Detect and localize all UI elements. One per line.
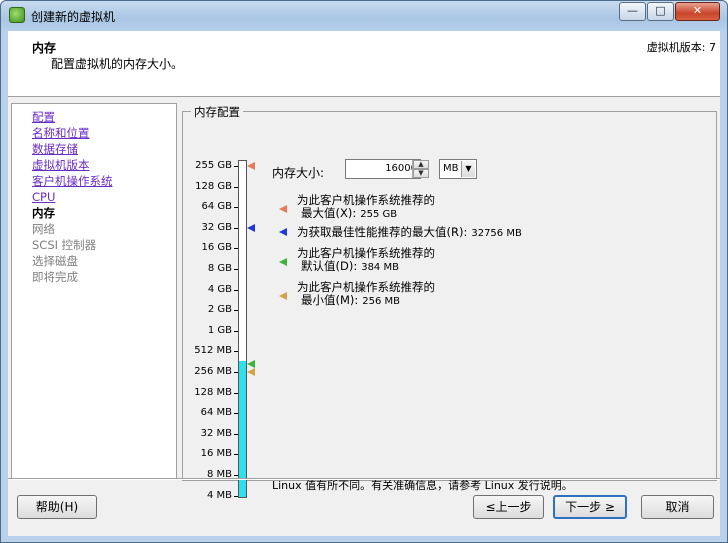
scale-tick-line [234, 330, 238, 332]
vm-version-label: 虚拟机版本: 7 [646, 41, 716, 54]
legend-item-1: 为获取最佳性能推荐的最大值(R): 32756 MB [297, 226, 522, 240]
memory-size-label: 内存大小: [272, 166, 325, 180]
nav-step-2[interactable]: 数据存储 [32, 141, 78, 157]
legend-item-3: 为此客户机操作系统推荐的 最小值(M): 256 MB [297, 281, 435, 308]
nav-step-5[interactable]: CPU [32, 189, 55, 205]
scale-tick-label: 128 MB [194, 386, 232, 398]
scale-tick-label: 32 MB [200, 427, 232, 439]
scale-tick-line [234, 433, 238, 435]
page-subtitle: 配置虚拟机的内存大小。 [51, 57, 184, 71]
scale-tick-line [234, 269, 238, 270]
wizard-client: 内存 配置虚拟机的内存大小。 虚拟机版本: 7 配置 名称和位置 数据存储 虚拟机版本… [8, 31, 720, 536]
scale-tick-label: 256 MB [194, 366, 232, 377]
scale-tick-label: 16 GB [201, 242, 232, 254]
scale-tick-line [234, 475, 238, 476]
window-title: 创建新的虚拟机 [31, 10, 116, 24]
wizard-window: 创建新的虚拟机 — □ ✕ 内存 配置虚拟机的内存大小。 虚拟机版本: 7 配置… [0, 0, 728, 543]
legend-line1: 为此客户机操作系统推荐的 [297, 193, 435, 207]
nav-step-4[interactable]: 客户机操作系统 [32, 173, 113, 189]
legend-marker-0 [279, 205, 287, 213]
scale-tick-label: 16 MB [200, 448, 232, 460]
page-title: 内存 [32, 41, 57, 55]
legend-item-2: 为此客户机操作系统推荐的 默认值(D): 384 MB [297, 247, 435, 274]
next-button[interactable]: 下一步 ≥ [553, 495, 627, 519]
help-button[interactable]: 帮助(H) [17, 495, 97, 519]
legend-marker-3 [279, 292, 287, 300]
scale-tick-label: 32 GB [201, 221, 232, 233]
legend-item-0: 为此客户机操作系统推荐的 最大值(X): 255 GB [297, 194, 435, 221]
scale-tick-line [234, 166, 238, 167]
nav-step-3[interactable]: 虚拟机版本 [32, 157, 90, 173]
min-marker[interactable] [247, 368, 255, 376]
legend-marker-1 [279, 228, 287, 236]
scale-tick-line [234, 351, 238, 353]
memory-bar-fill [239, 360, 246, 497]
legend-value: 256 MB [362, 296, 401, 307]
memory-size-input[interactable]: 16000 [345, 159, 421, 179]
spin-up-button[interactable]: ▲ [413, 160, 429, 169]
legend-line2: 最小值(M): [301, 293, 359, 307]
memory-bar[interactable] [238, 160, 247, 498]
default-marker[interactable] [247, 359, 255, 368]
scale-tick-label: 64 MB [200, 407, 232, 419]
nav-step-1[interactable]: 名称和位置 [32, 125, 90, 141]
memory-config-group: 内存配置 255 GB 128 GB 64 GB 32 GB 16 GB 8 GB 4 GB… [182, 104, 717, 501]
chevron-down-icon[interactable]: ▼ [461, 161, 475, 177]
scale-tick-label: 64 GB [201, 201, 232, 213]
minimize-button[interactable]: — [619, 2, 646, 21]
app-icon [9, 7, 25, 23]
scale-tick-label: 2 GB [207, 304, 232, 316]
legend-line1: 为获取最佳性能推荐的最大值(R): [297, 225, 468, 239]
scale-tick-label: 128 GB [195, 180, 232, 192]
wizard-header: 内存 配置虚拟机的内存大小。 虚拟机版本: 7 [8, 31, 720, 97]
legend-line2: 默认值(D): [301, 259, 358, 273]
scale-tick-label: 512 MB [194, 345, 232, 357]
scale-tick-line [234, 413, 238, 415]
max-marker[interactable] [247, 162, 255, 170]
legend-value: 384 MB [361, 262, 399, 273]
scale-tick-label: 4 MB [206, 489, 232, 501]
legend-line1: 为此客户机操作系统推荐的 [297, 246, 435, 260]
scale-tick-line [234, 289, 238, 291]
close-button[interactable]: ✕ [675, 2, 720, 21]
scale-tick-line [234, 372, 238, 373]
nav-step-6: 内存 [32, 206, 55, 220]
scale-tick-label: 8 GB [207, 263, 232, 274]
scale-tick-line [234, 207, 238, 209]
nav-step-7: 网络 [32, 222, 55, 236]
scale-tick-line [234, 454, 238, 456]
legend-line2: 最大值(X): [301, 206, 357, 220]
wizard-steps-nav: 配置 名称和位置 数据存储 虚拟机版本 客户机操作系统 CPU 内存网络 SCSI 控制器 选择… [11, 103, 177, 480]
nav-step-0[interactable]: 配置 [32, 109, 55, 125]
scale-tick-label: 1 GB [207, 324, 232, 336]
scale-tick-label: 4 GB [207, 283, 232, 295]
back-button[interactable]: ≤上一步 [473, 495, 544, 519]
legend-value: 255 GB [360, 209, 398, 220]
nav-step-10: 即将完成 [32, 270, 78, 284]
nav-step-8: SCSI 控制器 [32, 238, 97, 252]
scale-tick-line [234, 310, 238, 312]
scale-tick-line [234, 227, 238, 229]
legend-line1: 为此客户机操作系统推荐的 [297, 280, 435, 294]
footer-divider [8, 478, 720, 480]
memory-spinner: ▲ ▼ [412, 160, 429, 178]
scale-tick-label: 255 GB [195, 160, 232, 171]
title-bar[interactable]: 创建新的虚拟机 — □ ✕ [1, 1, 727, 31]
nav-step-9: 选择磁盘 [32, 254, 78, 268]
scale-tick-line [234, 248, 238, 250]
scale-tick-line [234, 186, 238, 188]
legend-value: 32756 MB [471, 228, 522, 239]
best-marker[interactable] [247, 223, 255, 232]
scale-tick-line [234, 392, 238, 394]
spin-down-button[interactable]: ▼ [413, 169, 429, 178]
maximize-button[interactable]: □ [647, 2, 674, 21]
memory-unit-value: MB [443, 163, 459, 174]
scale-tick-line [234, 495, 238, 497]
legend-marker-2 [279, 258, 287, 266]
cancel-button[interactable]: 取消 [641, 495, 714, 519]
memory-unit-select[interactable]: MB ▼ [439, 159, 477, 179]
